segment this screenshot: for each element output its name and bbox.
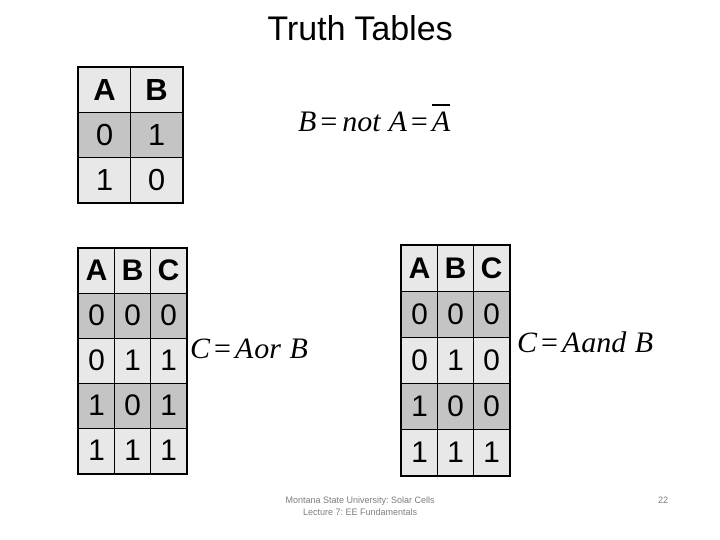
table-header-cell: A [77,247,115,294]
table-cell: 1 [400,429,438,477]
table-cell: 0 [473,291,511,338]
footer-line-2: Lecture 7: EE Fundamentals [302,507,418,517]
table-header-row: A B C [77,247,188,294]
table-cell: 0 [400,291,438,338]
footer-line-1: Montana State University: Solar Cells [285,495,435,505]
table-cell: 0 [437,383,474,430]
table-cell: 0 [130,157,184,204]
table-cell: 0 [77,338,115,384]
table-row: 0 1 1 [77,338,188,384]
table-cell: 1 [130,112,184,158]
equals-sign: = [214,332,231,365]
table-cell: 1 [77,157,131,204]
slide-footer: Montana State University: Solar Cells Le… [0,494,720,518]
table-cell: 1 [437,337,474,384]
table-cell: 1 [77,428,115,475]
table-cell: 0 [77,112,131,158]
table-header-cell: C [150,247,188,294]
table-cell: 1 [114,428,151,475]
equation-or: C = Aor B [190,332,308,366]
equation-operator: and [581,326,627,359]
truth-table-not: A B 0 1 1 0 [77,66,184,204]
table-header-row: A B C [400,244,511,292]
table-cell: 1 [437,429,474,477]
table-cell: 1 [77,383,115,429]
table-row: 0 1 [77,112,184,158]
table-cell: 1 [150,338,188,384]
table-cell: 0 [77,293,115,339]
table-header-cell: C [473,244,511,292]
equation-lhs: B [298,105,317,138]
equation-not: B = not A = A [298,104,451,139]
equation-operand: A [388,105,407,138]
equation-operand-a: A [561,326,581,359]
page-number: 22 [658,495,669,505]
table-cell: 1 [473,429,511,477]
equation-operand-a: A [234,332,254,365]
table-cell: 0 [114,383,151,429]
equals-sign: = [541,326,558,359]
table-row: 1 1 1 [77,428,188,475]
table-row: 1 0 [77,157,184,204]
table-row: 0 0 0 [77,293,188,339]
table-cell: 0 [473,383,511,430]
table-cell: 1 [400,383,438,430]
equation-operand-negated: A [431,104,451,138]
table-header-row: A B [77,66,184,113]
table-cell: 1 [150,383,188,429]
table-cell: 0 [400,337,438,384]
table-row: 0 0 0 [400,291,511,338]
table-cell: 0 [437,291,474,338]
table-row: 1 0 1 [77,383,188,429]
equation-operator: not [342,105,381,138]
table-cell: 1 [114,338,151,384]
equation-operand-b: B [634,326,654,359]
equation-operator: or [254,332,281,365]
table-header-cell: B [130,66,184,113]
table-cell: 1 [150,428,188,475]
table-cell: 0 [473,337,511,384]
equals-sign: = [320,105,338,138]
equation-lhs: C [190,332,211,365]
page-title: Truth Tables [267,10,453,48]
table-header-cell: B [114,247,151,294]
table-cell: 0 [114,293,151,339]
table-header-cell: B [437,244,474,292]
truth-table-and: A B C 0 0 0 0 1 0 1 0 0 1 1 1 [400,244,511,477]
table-header-cell: A [400,244,438,292]
equation-operand-b: B [289,332,308,365]
table-cell: 0 [150,293,188,339]
truth-table-or: A B C 0 0 0 0 1 1 1 0 1 1 1 1 [77,247,188,475]
equation-lhs: C [517,326,538,359]
table-header-cell: A [77,66,131,113]
table-row: 1 0 0 [400,383,511,430]
equation-and: C = Aand B [517,326,653,360]
table-row: 1 1 1 [400,429,511,477]
equals-sign: = [410,105,428,138]
table-row: 0 1 0 [400,337,511,384]
